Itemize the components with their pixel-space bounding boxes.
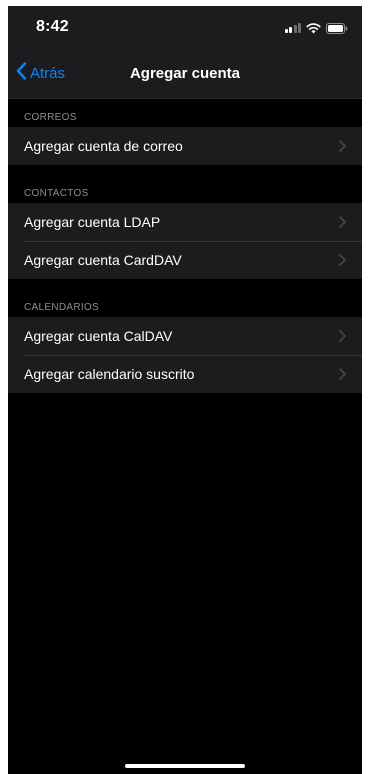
row-label: Agregar calendario suscrito [24,366,195,382]
wifi-icon [306,22,321,34]
chevron-right-icon [339,368,346,380]
signal-icon [284,23,301,33]
section-group: Agregar cuenta LDAP Agregar cuenta CardD… [8,203,362,279]
chevron-right-icon [339,330,346,342]
status-bar: 8:42 [8,6,362,50]
section-contactos: CONTACTOS Agregar cuenta LDAP Agregar cu… [8,175,362,279]
section-group: Agregar cuenta CalDAV Agregar calendario… [8,317,362,393]
chevron-right-icon [339,140,346,152]
status-icons [284,22,349,34]
section-correos: CORREOS Agregar cuenta de correo [8,99,362,165]
section-header: CONTACTOS [24,188,89,199]
page-title: Agregar cuenta [129,65,241,82]
row-label: Agregar cuenta CalDAV [24,328,173,344]
home-indicator[interactable] [125,764,245,768]
row-label: Agregar cuenta LDAP [24,214,161,230]
navigation-bar: Atrás Agregar cuenta [8,50,362,99]
section-header: CORREOS [24,112,77,123]
phone-screen: 8:42 Atrás Agregar cuenta CORREOS Agrega… [8,6,362,774]
add-subscribed-calendar-row[interactable]: Agregar calendario suscrito [8,355,362,393]
add-carddav-account-row[interactable]: Agregar cuenta CardDAV [8,241,362,279]
section-calendarios: CALENDARIOS Agregar cuenta CalDAV Agrega… [8,289,362,393]
chevron-right-icon [339,216,346,228]
status-time: 8:42 [36,18,69,35]
add-ldap-account-row[interactable]: Agregar cuenta LDAP [8,203,362,241]
chevron-right-icon [339,254,346,266]
section-group: Agregar cuenta de correo [8,127,362,165]
add-mail-account-row[interactable]: Agregar cuenta de correo [8,127,362,165]
battery-icon [326,22,348,34]
settings-list: CORREOS Agregar cuenta de correo CONTACT… [8,99,362,393]
row-label: Agregar cuenta de correo [24,138,183,154]
section-header: CALENDARIOS [24,302,99,313]
row-label: Agregar cuenta CardDAV [24,252,182,268]
add-caldav-account-row[interactable]: Agregar cuenta CalDAV [8,317,362,355]
